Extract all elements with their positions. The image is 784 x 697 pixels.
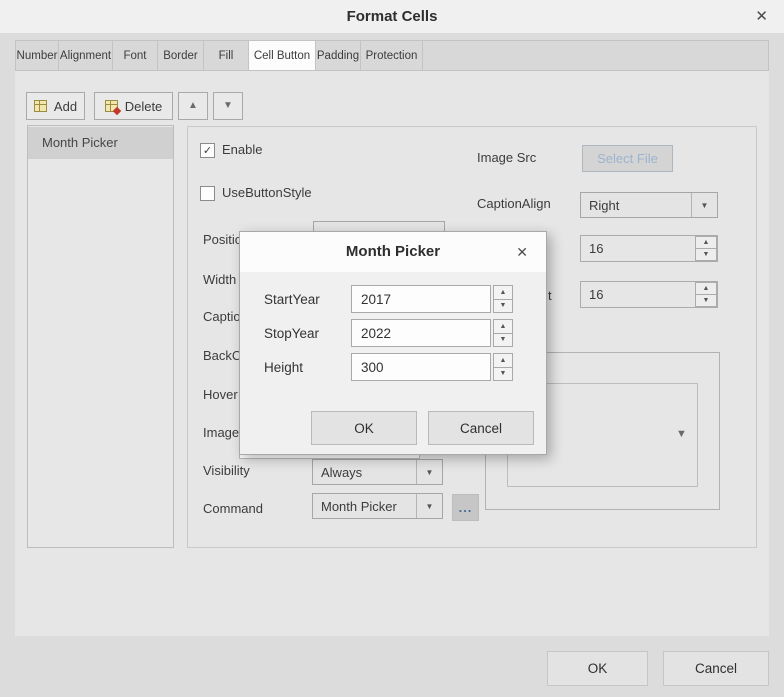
enable-row: ✓ Enable	[200, 142, 262, 158]
move-down-button[interactable]: ▼	[213, 92, 243, 120]
caption-align-label: CaptionAlign	[477, 196, 551, 212]
select-file-button[interactable]: Select File	[582, 145, 673, 172]
add-grid-icon	[34, 100, 47, 112]
spin-down-icon[interactable]: ▼	[493, 299, 513, 314]
height-value[interactable]: 300	[351, 353, 491, 381]
image-src-label: Image Src	[477, 150, 536, 166]
caption-align-dropdown-icon: ▼	[691, 193, 717, 217]
tab-font[interactable]: Font	[113, 41, 158, 70]
tab-strip: Number Alignment Font Border Fill Cell B…	[15, 40, 769, 71]
tab-cell-button[interactable]: Cell Button	[249, 41, 316, 70]
command-more-button[interactable]: ...	[452, 494, 479, 521]
command-dropdown-icon: ▼	[416, 494, 442, 518]
spin-down-icon[interactable]: ▼	[695, 294, 717, 307]
modal-header: Month Picker ✕	[240, 232, 546, 272]
image-width-value: 16	[581, 236, 695, 261]
spin-up-icon[interactable]: ▲	[493, 353, 513, 368]
add-button-label: Add	[54, 99, 77, 114]
width-label: Width	[203, 272, 236, 288]
delete-button-label: Delete	[125, 99, 163, 114]
dialog-footer: OK Cancel	[0, 636, 784, 697]
command-label: Command	[203, 501, 263, 517]
startyear-label: StartYear	[264, 285, 320, 313]
stopyear-spinner[interactable]: 2022 ▲ ▼	[351, 319, 513, 347]
caption-align-combo[interactable]: Right ▼	[580, 192, 718, 218]
tab-number[interactable]: Number	[16, 41, 59, 70]
tab-alignment[interactable]: Alignment	[59, 41, 113, 70]
delete-button[interactable]: Delete	[94, 92, 173, 120]
dialog-title: Format Cells	[0, 0, 784, 33]
height-spinner[interactable]: 300 ▲ ▼	[351, 353, 513, 381]
image-width-spinner[interactable]: 16 ▲ ▼	[580, 235, 718, 262]
visibility-combo[interactable]: Always ▼	[312, 459, 443, 485]
check-icon: ✓	[203, 144, 212, 157]
modal-close-icon[interactable]: ✕	[516, 232, 528, 272]
caption-align-value: Right	[581, 198, 691, 213]
delete-badge-icon	[112, 107, 120, 115]
visibility-dropdown-icon: ▼	[416, 460, 442, 484]
modal-ok-button[interactable]: OK	[311, 411, 417, 445]
titlebar: Format Cells ✕	[0, 0, 784, 33]
list-item-month-picker[interactable]: Month Picker	[28, 127, 173, 159]
image-height-spinner[interactable]: 16 ▲ ▼	[580, 281, 718, 308]
preview-dropdown-icon: ▼	[676, 428, 687, 440]
down-arrow-icon: ▼	[223, 101, 233, 111]
visibility-label: Visibility	[203, 463, 250, 479]
spin-down-icon[interactable]: ▼	[695, 248, 717, 261]
height-label: Height	[264, 353, 303, 381]
month-picker-modal: Month Picker ✕ StartYear 2017 ▲ ▼ StopYe…	[239, 231, 547, 455]
tab-border[interactable]: Border	[158, 41, 204, 70]
up-arrow-icon: ▲	[188, 101, 198, 111]
spin-down-icon[interactable]: ▼	[493, 333, 513, 348]
command-combo[interactable]: Month Picker ▼	[312, 493, 443, 519]
stopyear-label: StopYear	[264, 319, 319, 347]
image-height-value: 16	[581, 282, 695, 307]
hover-label: Hover	[203, 387, 238, 403]
move-up-button[interactable]: ▲	[178, 92, 208, 120]
cell-button-list: Month Picker	[27, 125, 174, 548]
spin-up-icon[interactable]: ▲	[493, 319, 513, 334]
add-button[interactable]: Add	[26, 92, 85, 120]
close-icon[interactable]: ✕	[755, 0, 768, 33]
tab-protection[interactable]: Protection	[361, 41, 423, 70]
use-button-style-label: UseButtonStyle	[222, 185, 312, 201]
format-cells-dialog: Format Cells ✕ Number Alignment Font Bor…	[0, 0, 784, 697]
startyear-spinner[interactable]: 2017 ▲ ▼	[351, 285, 513, 313]
partial-label-fragment: t	[548, 288, 552, 303]
image-label: Image	[203, 425, 239, 441]
use-button-style-row: UseButtonStyle	[200, 185, 312, 201]
startyear-value[interactable]: 2017	[351, 285, 491, 313]
enable-label: Enable	[222, 142, 262, 158]
spin-up-icon[interactable]: ▲	[493, 285, 513, 300]
visibility-value: Always	[313, 465, 416, 480]
enable-checkbox[interactable]: ✓	[200, 143, 215, 158]
ok-button[interactable]: OK	[547, 651, 648, 686]
modal-title: Month Picker	[240, 232, 546, 272]
tab-padding[interactable]: Padding	[316, 41, 361, 70]
tab-fill[interactable]: Fill	[204, 41, 249, 70]
delete-grid-icon	[105, 100, 118, 112]
spin-down-icon[interactable]: ▼	[493, 367, 513, 382]
modal-cancel-button[interactable]: Cancel	[428, 411, 534, 445]
command-value: Month Picker	[313, 499, 416, 514]
cancel-button[interactable]: Cancel	[663, 651, 769, 686]
use-button-style-checkbox[interactable]	[200, 186, 215, 201]
stopyear-value[interactable]: 2022	[351, 319, 491, 347]
